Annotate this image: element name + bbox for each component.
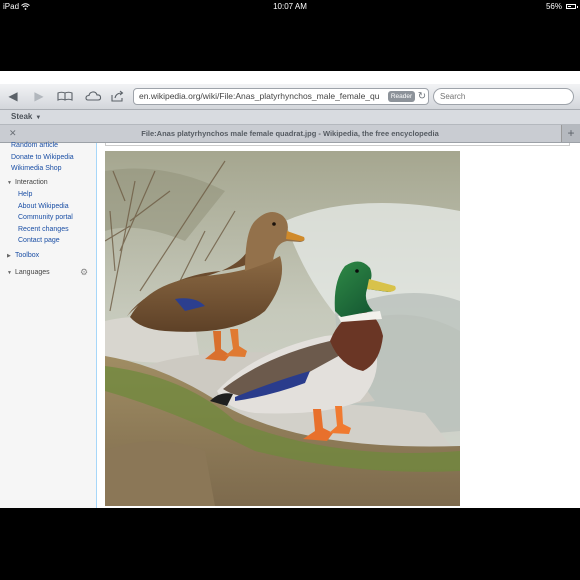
portal-interaction-heading[interactable]: ▼ Interaction [7, 177, 73, 189]
bookmarks-bar: Steak ▼ [0, 110, 580, 125]
forward-arrow-icon[interactable]: ▶ [32, 88, 46, 105]
content-rule [105, 143, 570, 146]
bookmark-folder-steak[interactable]: Steak ▼ [11, 110, 41, 125]
bookmark-label: Steak [11, 112, 33, 121]
page-content: Random article Donate to Wikipedia Wikim… [0, 140, 580, 508]
mallards-photo [105, 151, 460, 506]
status-bar: iPad 10:07 AM 56% [0, 0, 580, 13]
sidebar-link-recent-changes[interactable]: Recent changes [18, 224, 73, 236]
share-icon[interactable] [110, 88, 126, 105]
sidebar-link-contact-page[interactable]: Contact page [18, 235, 73, 247]
address-bar[interactable]: en.wikipedia.org/wiki/File:Anas_platyrhy… [133, 88, 429, 105]
tab-bar: ✕ File:Anas platyrhynchos male female qu… [0, 125, 580, 143]
battery-percentage: 56% [545, 2, 562, 11]
portal-heading-label: Interaction [15, 179, 48, 186]
new-tab-button[interactable]: + [561, 125, 580, 142]
sidebar-link-community-portal[interactable]: Community portal [18, 212, 73, 224]
battery-icon [566, 4, 578, 9]
clock: 10:07 AM [273, 2, 307, 11]
file-image-mallards[interactable] [105, 151, 460, 506]
cloud-icon[interactable] [84, 88, 102, 105]
sidebar-link-help[interactable]: Help [18, 189, 73, 201]
portal-languages-heading[interactable]: ▼ Languages [7, 267, 50, 279]
triangle-down-icon: ▼ [7, 180, 12, 186]
url-text[interactable]: en.wikipedia.org/wiki/File:Anas_platyrhy… [139, 89, 379, 104]
sidebar-link-random-article[interactable]: Random article [11, 140, 74, 152]
tab-title[interactable]: File:Anas platyrhynchos male female quad… [0, 125, 580, 142]
portal-interaction: ▼ Interaction Help About Wikipedia Commun… [7, 177, 73, 247]
gear-icon[interactable]: ⚙ [80, 267, 88, 278]
browser-toolbar: ◀ ▶ en.wikipedia.org/wiki/File:Anas_plat… [0, 84, 580, 110]
content-border [96, 143, 97, 508]
search-input[interactable] [433, 88, 574, 105]
chevron-down-icon: ▼ [35, 115, 42, 121]
triangle-right-icon: ▶ [7, 253, 11, 259]
triangle-down-icon: ▼ [7, 270, 12, 276]
back-arrow-icon[interactable]: ◀ [6, 88, 20, 105]
wiki-sidebar: Random article Donate to Wikipedia Wikim… [0, 140, 96, 508]
reload-icon[interactable]: ↻ [417, 89, 427, 104]
sidebar-link-donate[interactable]: Donate to Wikipedia [11, 152, 74, 164]
sidebar-link-shop[interactable]: Wikimedia Shop [11, 163, 74, 175]
portal-languages: ▼ Languages [7, 267, 50, 279]
reader-button[interactable]: Reader [388, 91, 415, 102]
safari-window: ◀ ▶ en.wikipedia.org/wiki/File:Anas_plat… [0, 71, 580, 508]
portal-heading-label: Languages [15, 269, 50, 276]
sidebar-link-about[interactable]: About Wikipedia [18, 201, 73, 213]
portal-toolbox: ▶ Toolbox [7, 250, 39, 262]
open-book-icon[interactable] [57, 88, 73, 105]
toolbox-link[interactable]: Toolbox [15, 252, 39, 259]
portal-toolbox-heading[interactable]: ▶ Toolbox [7, 250, 39, 262]
navigation-links: Random article Donate to Wikipedia Wikim… [11, 140, 74, 175]
